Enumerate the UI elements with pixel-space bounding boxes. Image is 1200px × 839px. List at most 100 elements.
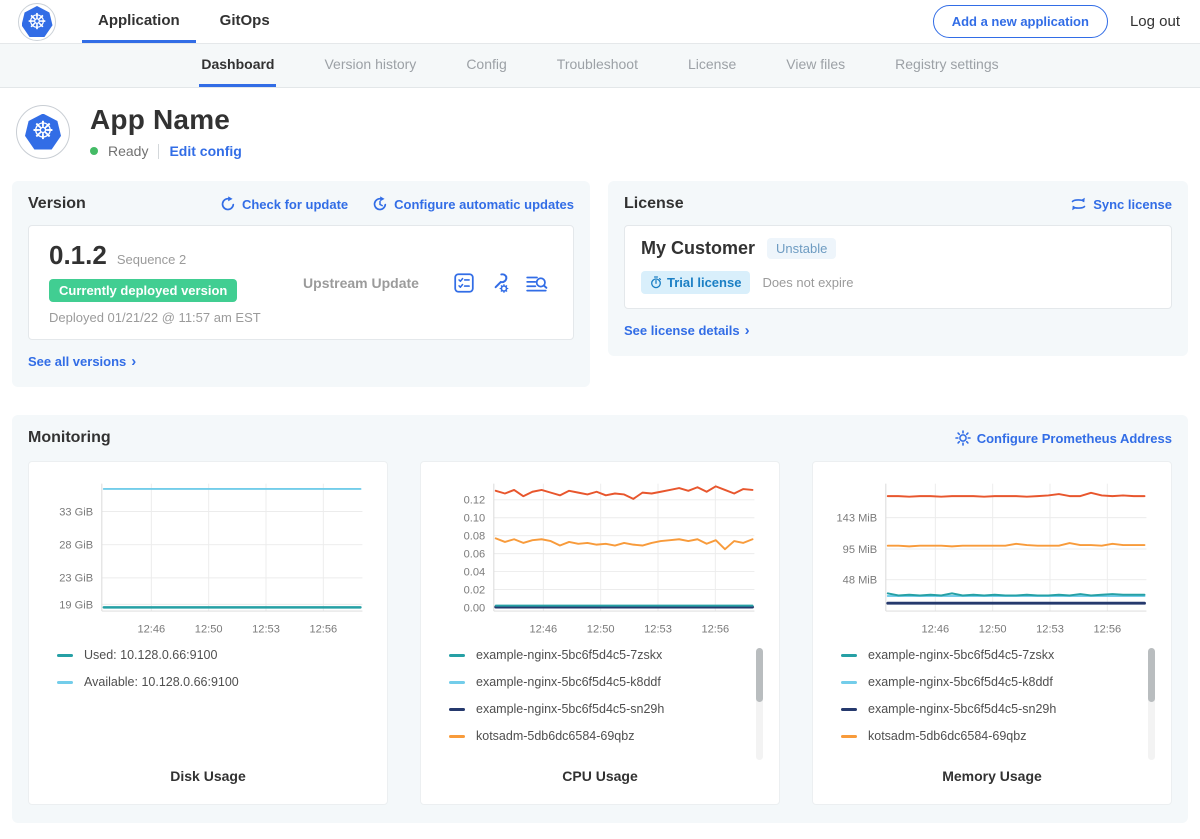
memory-usage-legend: example-nginx-5bc6f5d4c5-7zskx example-ng… (827, 646, 1157, 768)
add-application-button[interactable]: Add a new application (933, 5, 1108, 38)
top-nav: ☸ Application GitOps Add a new applicati… (0, 0, 1200, 44)
stopwatch-icon (650, 276, 662, 289)
legend-label: example-nginx-5bc6f5d4c5-k8ddf (476, 675, 661, 689)
kots-admin-console: ☸ Application GitOps Add a new applicati… (0, 0, 1200, 823)
see-license-details-link[interactable]: See license details › (624, 322, 750, 339)
tab-gitops[interactable]: GitOps (204, 0, 286, 43)
svg-text:0.08: 0.08 (464, 531, 486, 543)
status-dot (90, 147, 98, 155)
legend-item: Available: 10.128.0.66:9100 (57, 675, 355, 689)
legend-swatch (449, 681, 465, 684)
tab-license[interactable]: License (686, 44, 738, 87)
update-type-label: Upstream Update (269, 275, 453, 291)
deployed-timestamp: Deployed 01/21/22 @ 11:57 am EST (49, 310, 269, 325)
config-wrench-icon[interactable] (489, 272, 511, 294)
topnav-right: Add a new application Log out (933, 5, 1180, 38)
svg-text:12:56: 12:56 (1093, 623, 1121, 635)
disk-usage-legend: Used: 10.128.0.66:9100 Available: 10.128.… (43, 646, 373, 768)
chevron-right-icon: › (131, 353, 136, 370)
tab-application[interactable]: Application (82, 0, 196, 43)
see-all-versions-link[interactable]: See all versions › (28, 353, 136, 370)
configure-automatic-updates-link[interactable]: Configure automatic updates (372, 196, 574, 212)
tab-dashboard[interactable]: Dashboard (199, 44, 276, 87)
legend-item: example-nginx-5bc6f5d4c5-sn29h (449, 702, 747, 716)
svg-text:0.00: 0.00 (464, 602, 486, 614)
cpu-usage-legend: example-nginx-5bc6f5d4c5-7zskxexample-ng… (435, 646, 765, 768)
app-title-block: App Name Ready Edit config (90, 104, 242, 159)
svg-text:12:53: 12:53 (1036, 623, 1064, 635)
sync-arrows-icon (1070, 196, 1087, 212)
tab-config[interactable]: Config (464, 44, 508, 87)
legend-label: example-nginx-5bc6f5d4c5-sn29h (868, 702, 1056, 716)
legend-item: Used: 10.128.0.66:9100 (57, 648, 355, 662)
svg-text:12:46: 12:46 (529, 623, 557, 635)
tab-troubleshoot[interactable]: Troubleshoot (555, 44, 640, 87)
release-notes-icon[interactable] (453, 272, 475, 294)
see-all-versions-label: See all versions (28, 354, 126, 369)
svg-text:95 MiB: 95 MiB (843, 544, 877, 556)
legend-item: kotsadm-5db6dc6584-69qbz (841, 729, 1139, 743)
channel-badge: Unstable (767, 238, 836, 259)
check-for-update-link[interactable]: Check for update (220, 196, 348, 212)
legend-label: example-nginx-5bc6f5d4c5-k8ddf (868, 675, 1053, 689)
tab-version-history[interactable]: Version history (322, 44, 418, 87)
cards-row: Version Check for update (12, 181, 1188, 387)
sync-license-link[interactable]: Sync license (1070, 196, 1172, 212)
legend-swatch (841, 654, 857, 657)
chevron-right-icon: › (745, 322, 750, 339)
kubernetes-logo-icon: ☸ (18, 3, 56, 41)
topnav-tabs: Application GitOps (82, 0, 286, 43)
tab-registry-settings[interactable]: Registry settings (893, 44, 1000, 87)
monitoring-title: Monitoring (28, 429, 111, 447)
charts-row: 19 GiB23 GiB28 GiB33 GiB12:4612:5012:531… (28, 461, 1172, 805)
legend-item: example-nginx-5bc6f5d4c5-7zskx (841, 648, 1139, 662)
license-type-badge: Trial license (641, 271, 750, 294)
deployed-badge: Currently deployed version (49, 279, 237, 302)
license-card: License Sync license My Cust (608, 181, 1188, 356)
svg-text:23 GiB: 23 GiB (59, 573, 93, 585)
see-all-versions-row: See all versions › (28, 340, 574, 371)
legend-swatch (841, 708, 857, 711)
view-logs-icon[interactable] (525, 272, 549, 294)
version-card-header: Version Check for update (28, 195, 574, 213)
logout-link[interactable]: Log out (1130, 13, 1180, 30)
tab-view-files[interactable]: View files (784, 44, 847, 87)
svg-text:12:50: 12:50 (979, 623, 1007, 635)
svg-text:12:56: 12:56 (309, 623, 337, 635)
legend-item: example-nginx-5bc6f5d4c5-k8ddf (841, 675, 1139, 689)
version-number: 0.1.2 (49, 240, 107, 271)
svg-text:0.02: 0.02 (464, 584, 486, 596)
legend-item: kotsadm-5db6dc6584-69qbz (449, 729, 747, 743)
svg-text:12:50: 12:50 (587, 623, 615, 635)
svg-text:19 GiB: 19 GiB (59, 599, 93, 611)
legend-item: example-nginx-5bc6f5d4c5-sn29h (841, 702, 1139, 716)
legend-scrollbar-track[interactable] (1148, 648, 1155, 760)
license-expiry: Does not expire (762, 275, 853, 290)
svg-text:143 MiB: 143 MiB (837, 512, 878, 524)
chart-title: Disk Usage (43, 768, 373, 788)
configure-prometheus-link[interactable]: Configure Prometheus Address (955, 430, 1172, 446)
see-license-details-row: See license details › (624, 309, 1172, 340)
license-card-title: License (624, 195, 684, 213)
svg-text:28 GiB: 28 GiB (59, 540, 93, 552)
legend-scrollbar-track[interactable] (756, 648, 763, 760)
svg-text:12:53: 12:53 (252, 623, 280, 635)
legend-scrollbar-thumb[interactable] (756, 648, 763, 702)
legend-label: Used: 10.128.0.66:9100 (84, 648, 217, 662)
edit-config-link[interactable]: Edit config (169, 143, 241, 159)
svg-text:0.06: 0.06 (464, 548, 486, 560)
kubernetes-heptagon: ☸ (22, 6, 53, 37)
sequence-label: Sequence 2 (117, 252, 186, 267)
svg-text:12:46: 12:46 (137, 623, 165, 635)
current-version-row: 0.1.2 Sequence 2 Currently deployed vers… (28, 225, 574, 340)
legend-label: kotsadm-5db6dc6584-69qbz (476, 729, 634, 743)
page-title: App Name (90, 104, 242, 136)
legend-swatch (57, 681, 73, 684)
chart-title: Memory Usage (827, 768, 1157, 788)
gear-icon (955, 430, 971, 446)
legend-scrollbar-thumb[interactable] (1148, 648, 1155, 702)
legend-item: example-nginx-5bc6f5d4c5-k8ddf (449, 675, 747, 689)
svg-text:12:56: 12:56 (701, 623, 729, 635)
license-type-label: Trial license (667, 275, 741, 290)
chart-title: CPU Usage (435, 768, 765, 788)
